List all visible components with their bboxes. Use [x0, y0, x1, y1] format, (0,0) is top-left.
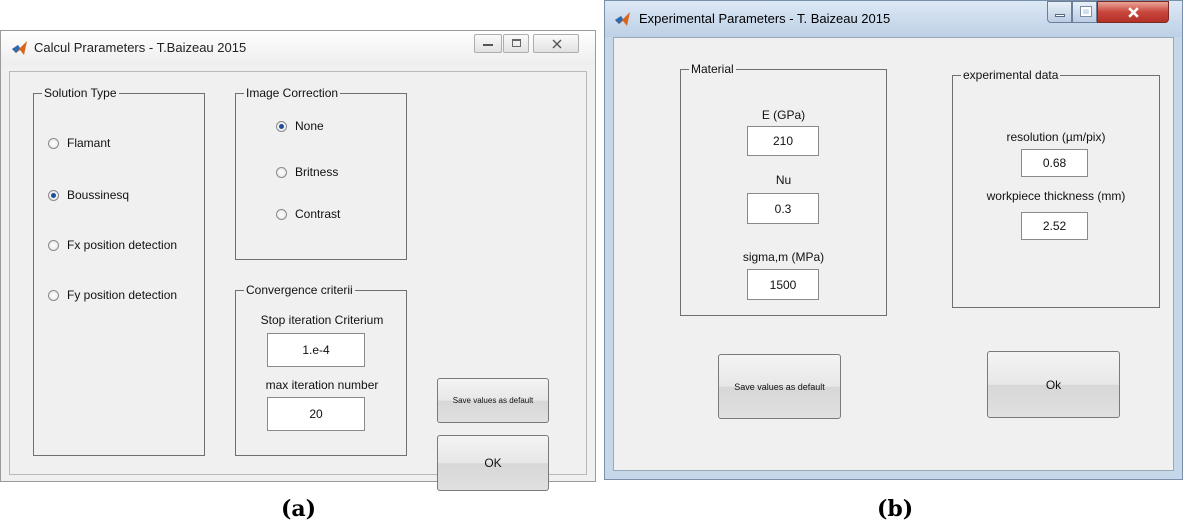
radio-contrast[interactable]: Contrast	[276, 207, 340, 221]
maximize-button[interactable]	[503, 34, 529, 53]
max-iteration-input[interactable]	[267, 397, 365, 431]
minimize-button[interactable]	[1047, 1, 1072, 23]
experimental-data-title: experimental data	[961, 68, 1061, 82]
caption-b: (b)	[877, 496, 914, 522]
radio-flamant[interactable]: Flamant	[48, 136, 110, 150]
stop-iteration-input[interactable]	[267, 333, 365, 367]
radio-none[interactable]: None	[276, 119, 324, 133]
save-defaults-button[interactable]: Save values as default	[718, 354, 841, 419]
close-button[interactable]	[533, 34, 579, 53]
radio-britness[interactable]: Britness	[276, 165, 338, 179]
stop-iteration-label: Stop iteration Criterium	[260, 313, 384, 327]
sigma-label: sigma,m (MPa)	[742, 250, 825, 264]
maximize-button[interactable]	[1072, 1, 1097, 23]
material-panel: Material E (GPa) Nu sigma,m (MPa)	[680, 62, 887, 316]
experimental-data-panel: experimental data resolution (µm/pix) wo…	[952, 68, 1160, 308]
maximize-icon	[512, 39, 521, 47]
thickness-input[interactable]	[1021, 212, 1088, 240]
convergence-title: Convergence criterii	[244, 283, 355, 297]
experimental-parameters-window: Experimental Parameters - T. Baizeau 201…	[604, 0, 1183, 480]
radio-label: Fy position detection	[67, 288, 178, 302]
radio-label: Contrast	[295, 207, 341, 221]
radio-fy-position-detection[interactable]: Fy position detection	[48, 288, 177, 302]
solution-type-panel: Solution Type Flamant Boussinesq Fx posi…	[33, 86, 205, 456]
radio-button[interactable]	[276, 208, 287, 220]
radio-label: Boussinesq	[67, 188, 130, 202]
radio-button[interactable]	[276, 120, 287, 132]
ok-button[interactable]: Ok	[987, 351, 1120, 418]
image-correction-panel: Image Correction None Britness Contrast	[235, 86, 407, 260]
close-button[interactable]	[1097, 1, 1169, 23]
radio-boussinesq[interactable]: Boussinesq	[48, 188, 129, 202]
radio-button[interactable]	[276, 166, 287, 178]
window-b-client-area: Material E (GPa) Nu sigma,m (MPa) experi…	[613, 37, 1174, 471]
window-b-title: Experimental Parameters - T. Baizeau 201…	[639, 11, 891, 26]
ok-button[interactable]: OK	[437, 435, 549, 491]
caption-a: (a)	[281, 496, 317, 522]
resolution-input[interactable]	[1021, 149, 1088, 177]
minimize-button[interactable]	[474, 34, 502, 53]
window-b-titlebar[interactable]: Experimental Parameters - T. Baizeau 201…	[605, 1, 1182, 37]
thickness-label: workpiece thickness (mm)	[986, 189, 1126, 203]
matlab-icon	[12, 41, 27, 55]
radio-button[interactable]	[48, 137, 59, 149]
e-gpa-label: E (GPa)	[761, 108, 806, 122]
material-title: Material	[689, 62, 736, 76]
radio-label: Fx position detection	[67, 238, 178, 252]
radio-label: None	[295, 119, 324, 133]
window-a-client-area: Solution Type Flamant Boussinesq Fx posi…	[9, 71, 587, 491]
close-icon	[552, 39, 562, 49]
solution-type-title: Solution Type	[42, 86, 119, 100]
window-a-titlebar[interactable]: Calcul Prarameters - T.Baizeau 2015	[1, 31, 595, 65]
save-defaults-button[interactable]: Save values as default	[437, 378, 549, 423]
radio-fx-position-detection[interactable]: Fx position detection	[48, 238, 177, 252]
radio-button[interactable]	[48, 289, 59, 301]
convergence-criterii-panel: Convergence criterii Stop iteration Crit…	[235, 283, 407, 456]
close-icon	[1128, 7, 1139, 18]
e-gpa-input[interactable]	[747, 126, 819, 156]
maximize-icon	[1080, 6, 1092, 17]
calcul-parameters-window: Calcul Prarameters - T.Baizeau 2015 Solu…	[0, 30, 596, 491]
max-iteration-label: max iteration number	[265, 378, 379, 392]
nu-label: Nu	[775, 173, 792, 187]
window-a-title: Calcul Prarameters - T.Baizeau 2015	[34, 40, 247, 55]
nu-input[interactable]	[747, 193, 819, 224]
radio-button[interactable]	[48, 239, 59, 251]
minimize-icon	[1055, 14, 1065, 17]
matlab-icon	[615, 12, 630, 26]
sigma-input[interactable]	[747, 269, 819, 300]
radio-button[interactable]	[48, 189, 59, 201]
minimize-icon	[483, 44, 493, 46]
image-correction-title: Image Correction	[244, 86, 341, 100]
radio-label: Britness	[295, 165, 339, 179]
radio-label: Flamant	[67, 136, 111, 150]
resolution-label: resolution (µm/pix)	[1006, 130, 1106, 144]
